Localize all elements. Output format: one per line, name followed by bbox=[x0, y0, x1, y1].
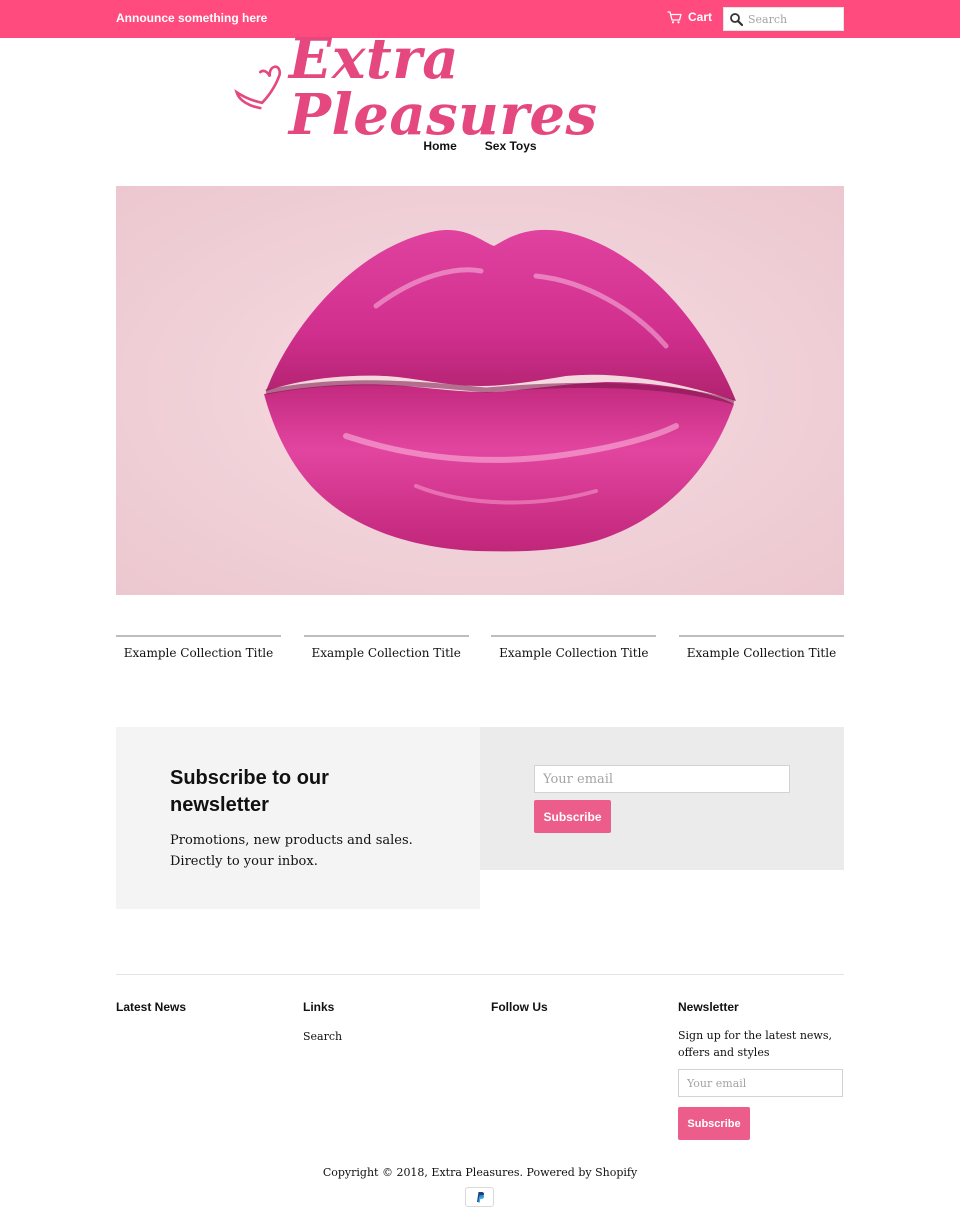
main-nav: Home Sex Toys bbox=[0, 139, 960, 153]
logo-text: Extra Pleasures bbox=[288, 26, 598, 148]
footer-link-search[interactable]: Search bbox=[303, 1030, 468, 1043]
cart-icon bbox=[667, 10, 682, 23]
copyright-text: Copyright © 2018, Extra Pleasures. Power… bbox=[322, 1166, 638, 1179]
footer-heading: Follow Us bbox=[491, 1000, 548, 1014]
newsletter-intro: Subscribe to our newsletter Promotions, … bbox=[116, 727, 480, 909]
footer-follow-us: Follow Us bbox=[491, 1000, 656, 1014]
collection-list: Example Collection Title Example Collect… bbox=[116, 635, 844, 660]
cart-label: Cart bbox=[688, 10, 713, 24]
newsletter-heading: Subscribe to our newsletter bbox=[170, 767, 329, 816]
newsletter-subscribe-button[interactable]: Subscribe bbox=[534, 800, 611, 833]
footer-newsletter: Newsletter Sign up for the latest news, … bbox=[678, 1000, 843, 1140]
collection-item[interactable]: Example Collection Title bbox=[491, 635, 657, 660]
nav-item-home[interactable]: Home bbox=[423, 139, 456, 153]
search-input[interactable] bbox=[748, 12, 840, 26]
nav-item-sex-toys[interactable]: Sex Toys bbox=[485, 139, 537, 153]
newsletter-description: Promotions, new products and sales. Dire… bbox=[170, 833, 413, 869]
footer-divider bbox=[116, 974, 844, 975]
footer-heading: Newsletter bbox=[678, 1000, 739, 1014]
footer-newsletter-text: Sign up for the latest news, offers and … bbox=[678, 1029, 832, 1059]
footer-links: Links Search bbox=[303, 1000, 468, 1043]
paypal-icon bbox=[465, 1187, 494, 1207]
search-box[interactable] bbox=[723, 7, 844, 31]
cart-link[interactable]: Cart bbox=[667, 10, 712, 24]
collection-item[interactable]: Example Collection Title bbox=[303, 635, 469, 660]
footer-latest-news: Latest News bbox=[116, 1000, 281, 1014]
footer-email-input[interactable] bbox=[678, 1069, 843, 1097]
footer-heading: Links bbox=[303, 1000, 335, 1014]
newsletter-form: Subscribe bbox=[480, 727, 844, 870]
collection-item[interactable]: Example Collection Title bbox=[116, 635, 281, 660]
newsletter-email-input[interactable] bbox=[534, 765, 790, 793]
collection-item[interactable]: Example Collection Title bbox=[678, 635, 844, 660]
heart-icon bbox=[234, 65, 282, 110]
footer-heading: Latest News bbox=[116, 1000, 187, 1014]
footer-subscribe-button[interactable]: Subscribe bbox=[678, 1107, 750, 1140]
hero-image bbox=[116, 186, 844, 595]
store-logo[interactable]: Extra Pleasures bbox=[234, 31, 726, 143]
announcement-text: Announce something here bbox=[116, 11, 268, 25]
search-icon[interactable] bbox=[728, 11, 748, 31]
